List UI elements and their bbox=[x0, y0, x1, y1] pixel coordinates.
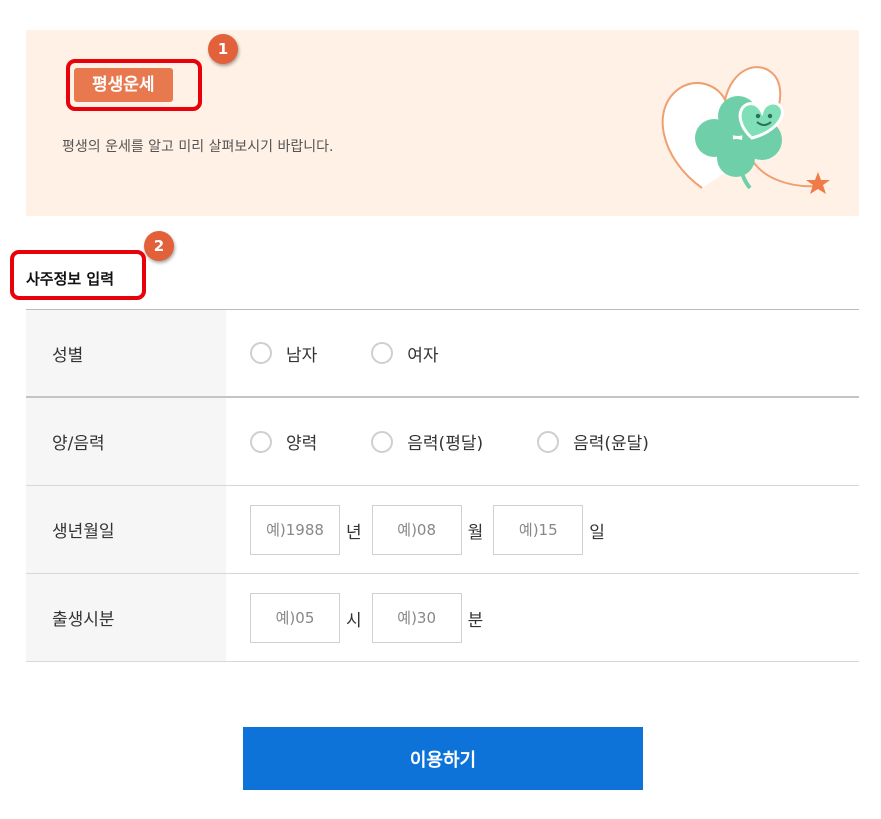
day-unit: 일 bbox=[589, 523, 605, 543]
radio-female[interactable]: 여자 bbox=[371, 341, 439, 366]
year-unit: 년 bbox=[346, 523, 362, 543]
fortune-banner: 평생운세 평생의 운세를 알고 미리 살펴보시기 바랍니다. bbox=[26, 30, 859, 216]
radio-label: 여자 bbox=[407, 345, 439, 366]
birth-day-input[interactable] bbox=[493, 504, 584, 555]
radio-label: 음력(평달) bbox=[407, 434, 484, 454]
radio-lunar-regular[interactable]: 음력(평달) bbox=[371, 429, 483, 454]
birth-minute-input[interactable] bbox=[371, 592, 462, 643]
step-marker-2: 2 bbox=[144, 231, 174, 261]
month-unit: 월 bbox=[467, 523, 484, 543]
clover-heart-icon bbox=[661, 66, 830, 194]
birth-hour-input[interactable] bbox=[250, 592, 340, 643]
birthdate-field: 년 월 일 bbox=[226, 486, 859, 573]
saju-info-form: 성별 남자 여자 양/음력 양력 음력(평달) 음력(윤달) 생년월일 예)19… bbox=[26, 309, 859, 662]
submit-button[interactable]: 이용하기 bbox=[243, 727, 643, 790]
radio-label: 남자 bbox=[286, 345, 318, 366]
birth-year-input[interactable] bbox=[250, 504, 340, 555]
birthtime-field: 시 분 bbox=[226, 574, 859, 661]
form-row-gender: 성별 남자 여자 bbox=[26, 310, 859, 398]
minute-unit: 분 bbox=[467, 611, 484, 631]
star-icon bbox=[806, 172, 830, 194]
radio-circle[interactable] bbox=[250, 342, 272, 364]
form-row-birthdate: 생년월일 년 월 일 bbox=[26, 486, 859, 574]
banner-description: 평생의 운세를 알고 미리 살펴보시기 바랍니다. bbox=[62, 139, 334, 155]
hour-unit: 시 bbox=[346, 611, 362, 631]
gender-label: 성별 bbox=[26, 310, 226, 396]
radio-label: 음력(윤달) bbox=[573, 434, 649, 454]
form-row-birthtime: 출생시분 시 분 bbox=[26, 574, 859, 662]
radio-circle[interactable] bbox=[371, 430, 394, 453]
highlight-box-section-title bbox=[10, 250, 146, 300]
gender-field: 남자 여자 bbox=[226, 310, 859, 396]
birthdate-label: 생년월일 bbox=[26, 486, 226, 573]
radio-circle[interactable] bbox=[537, 430, 560, 453]
step-marker-1: 1 bbox=[208, 34, 238, 64]
radio-lunar-leap[interactable]: 음력(윤달) bbox=[537, 429, 649, 454]
radio-circle[interactable] bbox=[250, 430, 272, 453]
calendar-field: 양력 음력(평달) 음력(윤달) bbox=[226, 398, 859, 485]
highlight-box-banner-title bbox=[66, 59, 202, 111]
form-row-calendar: 양/음력 양력 음력(평달) 음력(윤달) bbox=[26, 398, 859, 486]
birthtime-label: 출생시분 bbox=[26, 574, 226, 661]
radio-male[interactable]: 남자 bbox=[250, 341, 317, 366]
radio-solar[interactable]: 양력 bbox=[250, 429, 317, 454]
calendar-label: 양/음력 bbox=[26, 398, 226, 485]
radio-circle[interactable] bbox=[371, 342, 394, 364]
birth-month-input[interactable] bbox=[371, 504, 462, 555]
radio-label: 양력 bbox=[286, 434, 318, 454]
